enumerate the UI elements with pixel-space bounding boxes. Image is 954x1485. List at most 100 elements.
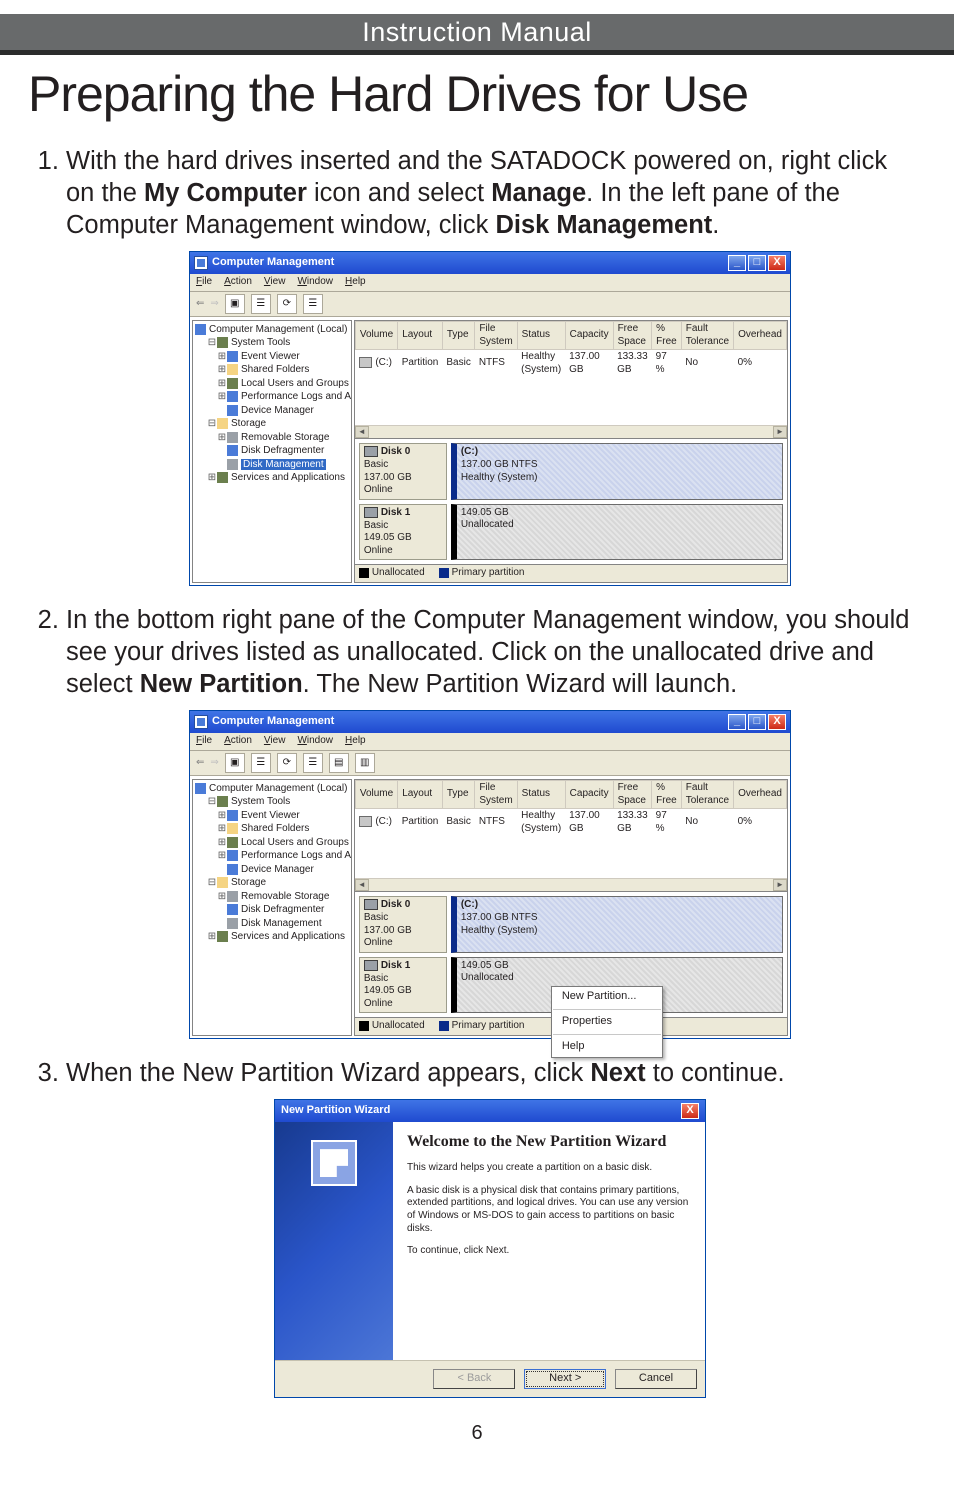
vh-fs[interactable]: File System	[475, 780, 517, 808]
menu-file[interactable]: File	[196, 735, 212, 748]
wizard-titlebar[interactable]: New Partition Wizard X	[275, 1100, 705, 1122]
tree-diskmgmt[interactable]: Disk Management	[241, 918, 322, 929]
close-button[interactable]: X	[768, 255, 786, 271]
vh-layout[interactable]: Layout	[398, 780, 443, 808]
vol-scrollbar[interactable]: ◄ ►	[355, 878, 787, 891]
toolbar-btn[interactable]: ▤	[329, 753, 349, 773]
tree-perf[interactable]: Performance Logs and Alerts	[241, 850, 352, 861]
disk1-partition[interactable]: 149.05 GB Unallocated	[451, 504, 783, 561]
menu-action[interactable]: Action	[224, 735, 252, 748]
ctx-new-partition[interactable]: New Partition...	[552, 987, 662, 1007]
tree-shared[interactable]: Shared Folders	[241, 364, 309, 375]
tree-devmgr[interactable]: Device Manager	[241, 405, 314, 416]
toolbar-btn-4[interactable]: ☰	[303, 294, 323, 314]
menu-window[interactable]: Window	[297, 276, 333, 289]
tree-remov[interactable]: Removable Storage	[241, 891, 329, 902]
vh-pct[interactable]: % Free	[652, 780, 682, 808]
disk0-row[interactable]: Disk 0 Basic 137.00 GB Online (C:) 137.0…	[359, 896, 783, 953]
vh-volume[interactable]: Volume	[355, 321, 397, 349]
toolbar-btn[interactable]: ☰	[251, 753, 271, 773]
menu-file[interactable]: File	[196, 276, 212, 289]
tree-devmgr[interactable]: Device Manager	[241, 864, 314, 875]
tree-services[interactable]: Services and Applications	[231, 472, 345, 483]
tree-shared[interactable]: Shared Folders	[241, 823, 309, 834]
vh-status[interactable]: Status	[517, 321, 565, 349]
tree-defrag[interactable]: Disk Defragmenter	[241, 904, 324, 915]
scroll-right-icon[interactable]: ►	[773, 426, 787, 438]
tree-diskmgmt[interactable]: Disk Management	[241, 459, 326, 470]
menu-action[interactable]: Action	[224, 276, 252, 289]
vh-pct[interactable]: % Free	[652, 321, 682, 349]
scroll-left-icon[interactable]: ◄	[355, 879, 369, 891]
scroll-right-icon[interactable]: ►	[773, 879, 787, 891]
tree-perf[interactable]: Performance Logs and Alerts	[241, 391, 352, 402]
tree-root[interactable]: Computer Management (Local)	[209, 783, 347, 794]
vh-status[interactable]: Status	[517, 780, 565, 808]
minimize-button[interactable]: _	[728, 255, 746, 271]
tree-storage[interactable]: Storage	[231, 877, 266, 888]
toolbar-btn-3[interactable]: ⟳	[277, 294, 297, 314]
vh-over[interactable]: Overhead	[734, 321, 787, 349]
context-menu[interactable]: New Partition... Properties Help	[551, 986, 663, 1058]
close-button[interactable]: X	[768, 714, 786, 730]
vol-scrollbar[interactable]: ◄ ►	[355, 425, 787, 438]
ctx-help[interactable]: Help	[552, 1037, 662, 1057]
minimize-button[interactable]: _	[728, 714, 746, 730]
vh-cap[interactable]: Capacity	[565, 321, 613, 349]
nav-back-icon[interactable]	[196, 757, 204, 770]
tree-eventviewer[interactable]: Event Viewer	[241, 351, 300, 362]
vh-type[interactable]: Type	[442, 780, 474, 808]
disk0-row[interactable]: Disk 0 Basic 137.00 GB Online (C:) 137.0…	[359, 443, 783, 500]
tree-remov[interactable]: Removable Storage	[241, 432, 329, 443]
tree-eventviewer[interactable]: Event Viewer	[241, 810, 300, 821]
menu-view[interactable]: View	[264, 276, 286, 289]
toolbar-btn-1[interactable]: ▣	[225, 294, 245, 314]
vh-over[interactable]: Overhead	[734, 780, 787, 808]
toolbar-btn[interactable]: ⟳	[277, 753, 297, 773]
vh-cap[interactable]: Capacity	[565, 780, 613, 808]
tree-defrag[interactable]: Disk Defragmenter	[241, 445, 324, 456]
menu-help[interactable]: Help	[345, 276, 366, 289]
toolbar-btn[interactable]: ▣	[225, 753, 245, 773]
cm2-menubar[interactable]: File Action View Window Help	[190, 733, 790, 751]
vh-free[interactable]: Free Space	[613, 321, 652, 349]
vh-fault[interactable]: Fault Tolerance	[681, 321, 733, 349]
disk0-partition[interactable]: (C:) 137.00 GB NTFS Healthy (System)	[451, 443, 783, 500]
toolbar-btn-2[interactable]: ☰	[251, 294, 271, 314]
maximize-button[interactable]: □	[748, 255, 766, 271]
vh-free[interactable]: Free Space	[613, 780, 652, 808]
volume-list[interactable]: Volume Layout Type File System Status Ca…	[354, 320, 788, 439]
tree-services[interactable]: Services and Applications	[231, 931, 345, 942]
vh-layout[interactable]: Layout	[398, 321, 443, 349]
disk1-label[interactable]: Disk 1 Basic 149.05 GB Online	[359, 504, 447, 561]
menu-window[interactable]: Window	[297, 735, 333, 748]
wizard-close-button[interactable]: X	[681, 1103, 699, 1119]
tree-localusers[interactable]: Local Users and Groups	[241, 837, 349, 848]
vh-volume[interactable]: Volume	[355, 780, 397, 808]
ctx-properties[interactable]: Properties	[552, 1012, 662, 1032]
nav-back-icon[interactable]	[196, 298, 204, 311]
menu-help[interactable]: Help	[345, 735, 366, 748]
maximize-button[interactable]: □	[748, 714, 766, 730]
menu-view[interactable]: View	[264, 735, 286, 748]
wizard-next-button[interactable]: Next >	[524, 1369, 606, 1389]
disk1-row[interactable]: Disk 1 Basic 149.05 GB Online 149.05 GB …	[359, 504, 783, 561]
cm2-titlebar[interactable]: Computer Management _ □ X	[190, 711, 790, 733]
tree-localusers[interactable]: Local Users and Groups	[241, 378, 349, 389]
cm1-menubar[interactable]: File Action View Window Help	[190, 274, 790, 292]
cm2-tree[interactable]: Computer Management (Local) ⊟System Tool…	[192, 779, 352, 1036]
cm1-titlebar[interactable]: Computer Management _ □ X	[190, 252, 790, 274]
disk0-partition[interactable]: (C:) 137.00 GB NTFS Healthy (System)	[451, 896, 783, 953]
tree-systemtools[interactable]: System Tools	[231, 796, 290, 807]
toolbar-btn[interactable]: ☰	[303, 753, 323, 773]
vh-fs[interactable]: File System	[475, 321, 517, 349]
vol-row-c[interactable]: (C:) Partition Basic NTFS Healthy (Syste…	[355, 809, 786, 837]
vol-row-c[interactable]: (C:) Partition Basic NTFS Healthy (Syste…	[355, 350, 786, 378]
cm1-tree[interactable]: Computer Management (Local) ⊟System Tool…	[192, 320, 352, 583]
wizard-cancel-button[interactable]: Cancel	[615, 1369, 697, 1389]
volume-list-2[interactable]: Volume Layout Type File System Status Ca…	[354, 779, 788, 892]
vh-fault[interactable]: Fault Tolerance	[681, 780, 733, 808]
tree-storage[interactable]: Storage	[231, 418, 266, 429]
tree-systemtools[interactable]: System Tools	[231, 337, 290, 348]
tree-root[interactable]: Computer Management (Local)	[209, 324, 347, 335]
